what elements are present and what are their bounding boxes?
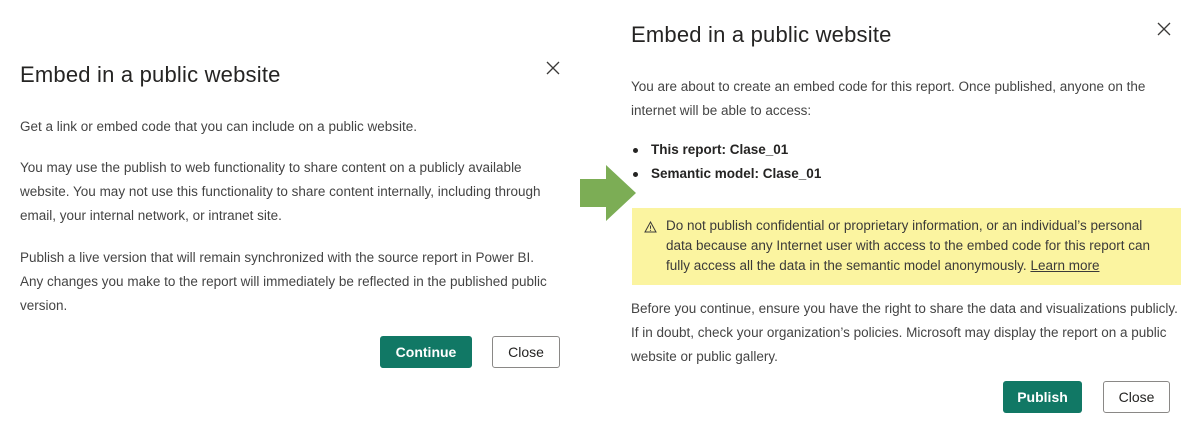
outro-paragraph: Before you continue, ensure you have the… [631, 301, 1178, 364]
list-item-semantic-model: Semantic model: Clase_01 [631, 162, 821, 186]
publish-to-web-dialog-step2: Embed in a public website You are about … [610, 0, 1201, 429]
continue-button[interactable]: Continue [380, 336, 472, 368]
dialog-title: Embed in a public website [20, 62, 281, 87]
publish-to-web-dialog-step1: Embed in a public website Get a link or … [0, 0, 580, 429]
description-paragraph: Get a link or embed code that you can in… [20, 119, 417, 134]
close-button[interactable]: Close [492, 336, 560, 368]
access-list: This report: Clase_01 Semantic model: Cl… [631, 138, 821, 186]
warning-icon [644, 219, 657, 239]
publish-button[interactable]: Publish [1003, 381, 1082, 413]
warning-banner: Do not publish confidential or proprieta… [632, 208, 1181, 285]
close-icon[interactable] [1157, 22, 1173, 38]
close-button[interactable]: Close [1103, 381, 1170, 413]
dialog-title: Embed in a public website [631, 22, 892, 47]
live-version-paragraph: Publish a live version that will remain … [20, 250, 547, 313]
list-item-report: This report: Clase_01 [631, 138, 821, 162]
intro-paragraph: You are about to create an embed code fo… [631, 79, 1146, 118]
close-icon[interactable] [546, 61, 562, 77]
usage-policy-paragraph: You may use the publish to web functiona… [20, 160, 541, 223]
learn-more-link[interactable]: Learn more [1030, 258, 1099, 273]
